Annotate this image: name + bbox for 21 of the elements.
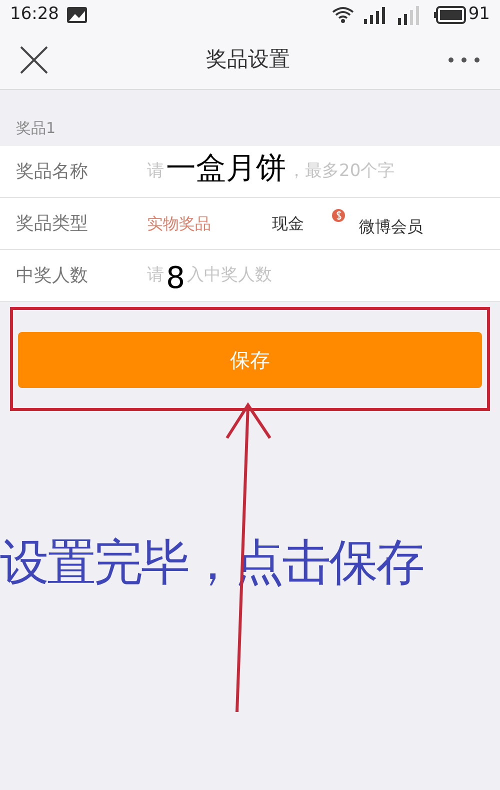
- image-notification-icon: [67, 7, 87, 23]
- close-icon[interactable]: [20, 46, 48, 74]
- page-title: 奖品设置: [205, 46, 291, 73]
- battery-icon: [434, 6, 466, 24]
- handwritten-annotation: 一盒月饼: [166, 154, 286, 184]
- prize-type-option[interactable]: 微博会员: [332, 208, 423, 238]
- wifi-icon: [332, 6, 354, 24]
- section-title: 奖品1: [16, 119, 56, 137]
- dollar-badge-icon: [332, 208, 345, 222]
- more-icon[interactable]: [448, 56, 480, 62]
- handwritten-annotation: 8: [166, 264, 186, 294]
- prize-type-option[interactable]: 现金: [272, 212, 304, 236]
- field-label: 奖品类型: [15, 212, 89, 236]
- hint-text: 请: [147, 160, 164, 183]
- hint-text: 请: [147, 264, 164, 287]
- battery-level: 91: [468, 3, 490, 26]
- hint-text: ，最多20个字: [288, 160, 395, 183]
- field-label: 中奖人数: [15, 264, 89, 288]
- status-time: 16:28: [10, 3, 59, 26]
- hint-text: 入中奖人数: [187, 264, 272, 287]
- field-label: 奖品名称: [15, 160, 89, 184]
